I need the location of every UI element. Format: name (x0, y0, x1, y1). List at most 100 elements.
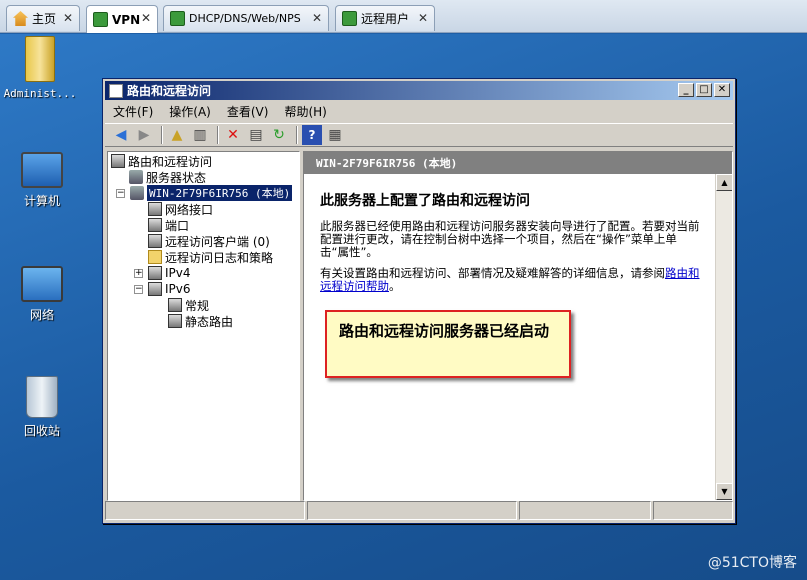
tree-item-label: 远程访问日志和策略 (165, 250, 274, 265)
collapse-icon[interactable]: − (116, 188, 125, 198)
vertical-scrollbar[interactable]: ▲ ▼ (715, 174, 732, 500)
general-icon (168, 298, 182, 312)
tab-vpn[interactable]: VPN ✕ (86, 5, 158, 33)
details-header: WIN-2F79F6IR756 (本地) (304, 152, 732, 174)
desktop-icon-recycle-bin[interactable]: 回收站 (2, 376, 82, 439)
status-bar (105, 501, 733, 520)
rras-icon (109, 83, 123, 98)
desktop-icon-label: Administ... (3, 87, 77, 100)
help-icon[interactable]: ? (302, 125, 322, 145)
tab-label: VPN (112, 12, 141, 27)
tree-item-ipv4[interactable]: + IPv4 (134, 265, 191, 281)
tree-item-ipv6[interactable]: − IPv6 (134, 281, 191, 297)
network-icon (21, 266, 63, 302)
protocol-icon (148, 282, 162, 296)
tree-item-label: 服务器状态 (146, 170, 207, 185)
tree-item-root[interactable]: 路由和远程访问 (111, 153, 212, 169)
vm-icon (93, 12, 108, 27)
minimize-button[interactable]: _ (678, 83, 694, 97)
tree-item-static-routes[interactable]: 静态路由 (168, 313, 233, 329)
static-route-icon (168, 314, 182, 328)
properties-icon[interactable]: ▤ (246, 125, 266, 145)
tab-remote-users[interactable]: 远程用户 ✕ (335, 5, 435, 31)
tree-item-label: 远程访问客户端 (0) (165, 234, 270, 249)
menu-view[interactable]: 查看(V) (227, 103, 269, 120)
desktop-icon-computer[interactable]: 计算机 (2, 152, 82, 209)
menu-file[interactable]: 文件(F) (113, 103, 153, 120)
window-title: 路由和远程访问 (127, 84, 212, 98)
tab-label: DHCP/DNS/Web/NPS (189, 12, 301, 25)
close-icon[interactable]: ✕ (63, 11, 73, 25)
view-icon[interactable]: ▦ (325, 125, 345, 145)
scroll-down-icon[interactable]: ▼ (716, 483, 732, 500)
maximize-button[interactable]: □ (696, 83, 712, 97)
details-paragraph-help: 有关设置路由和远程访问、部署情况及疑难解答的详细信息，请参阅路由和远程访问帮助。 (320, 267, 705, 293)
menu-help[interactable]: 帮助(H) (284, 103, 326, 120)
details-title: 此服务器上配置了路由和远程访问 (320, 193, 530, 209)
collapse-icon[interactable]: − (134, 284, 143, 294)
user-folder-icon (25, 36, 55, 82)
ports-icon (148, 218, 162, 232)
tab-label: 主页 (32, 12, 57, 26)
expand-icon[interactable]: + (134, 268, 143, 278)
menu-bar: 文件(F) 操作(A) 查看(V) 帮助(H) (105, 101, 733, 121)
tab-label: 远程用户 (361, 12, 410, 26)
tree-item-interfaces[interactable]: 网络接口 (148, 201, 213, 217)
tree-item-label: 端口 (165, 218, 190, 233)
window-titlebar[interactable]: 路由和远程访问 _ □ ✕ (105, 81, 733, 100)
tree-item-label: 网络接口 (165, 202, 214, 217)
close-icon[interactable]: ✕ (418, 11, 428, 25)
annotation-callout: 路由和远程访问服务器已经启动 (325, 310, 571, 378)
up-folder-icon[interactable]: ▲ (167, 125, 187, 145)
tree-item-label: 常规 (185, 298, 210, 313)
details-paragraph: 此服务器已经使用路由和远程访问服务器安装向导进行了配置。若要对当前配置进行更改，… (320, 219, 700, 259)
forward-icon[interactable]: ▶ (134, 125, 154, 145)
close-icon[interactable]: ✕ (141, 11, 151, 25)
scroll-up-icon[interactable]: ▲ (716, 174, 732, 191)
tree-item-label: 静态路由 (185, 314, 234, 329)
home-icon (13, 11, 28, 26)
help-text: 有关设置路由和远程访问、部署情况及疑难解答的详细信息，请参阅 (320, 266, 665, 280)
network-interface-icon (148, 202, 162, 216)
tree-item-general[interactable]: 常规 (168, 297, 209, 313)
help-text-end: 。 (389, 279, 401, 293)
show-hide-tree-icon[interactable]: ▥ (190, 125, 210, 145)
tab-dhcp[interactable]: DHCP/DNS/Web/NPS ✕ (163, 5, 329, 31)
desktop-icon-label: 回收站 (23, 424, 60, 438)
desktop-icon-label: 网络 (29, 308, 54, 322)
tree-item-label: IPv4 (165, 266, 191, 280)
server-icon (129, 170, 143, 184)
toolbar: ◀ ▶ ▲ ▥ ✕ ▤ ↻ ? ▦ (105, 123, 733, 147)
computer-icon (21, 152, 63, 188)
tree-item-remote-clients[interactable]: 远程访问客户端 (0) (148, 233, 270, 249)
tab-home[interactable]: 主页 ✕ (6, 5, 80, 31)
tree-item-server-status[interactable]: 服务器状态 (129, 169, 206, 185)
console-tree: 路由和远程访问 服务器状态 − WIN-2F79F6IR756 (本地) 网络接… (107, 151, 300, 501)
rras-window: 路由和远程访问 _ □ ✕ 文件(F) 操作(A) 查看(V) 帮助(H) ◀ … (102, 78, 736, 524)
remote-client-icon (148, 234, 162, 248)
desktop-icon-network[interactable]: 网络 (2, 266, 82, 323)
tree-item-server[interactable]: − WIN-2F79F6IR756 (本地) (116, 185, 293, 201)
tree-item-label: IPv6 (165, 282, 191, 296)
recycle-bin-icon (26, 376, 58, 418)
tree-item-label: 路由和远程访问 (128, 154, 213, 169)
protocol-icon (148, 266, 162, 280)
desktop-icon-label: 计算机 (23, 194, 60, 208)
rras-icon (111, 154, 125, 168)
folder-icon (148, 250, 162, 264)
close-icon[interactable]: ✕ (312, 11, 322, 25)
delete-icon[interactable]: ✕ (223, 125, 243, 145)
tree-item-logging[interactable]: 远程访问日志和策略 (148, 249, 273, 265)
desktop-icon-admin[interactable]: Administ... (0, 36, 80, 100)
menu-action[interactable]: 操作(A) (169, 103, 211, 120)
tree-item-ports[interactable]: 端口 (148, 217, 189, 233)
tree-item-label: WIN-2F79F6IR756 (本地) (147, 185, 293, 201)
watermark: @51CTO博客 (707, 555, 797, 571)
close-button[interactable]: ✕ (714, 83, 730, 97)
back-icon[interactable]: ◀ (111, 125, 131, 145)
vm-icon (170, 11, 185, 26)
server-icon (130, 186, 144, 200)
vm-icon (342, 11, 357, 26)
tab-bar: 主页 ✕ VPN ✕ DHCP/DNS/Web/NPS ✕ 远程用户 ✕ (0, 0, 807, 33)
refresh-icon[interactable]: ↻ (269, 125, 289, 145)
